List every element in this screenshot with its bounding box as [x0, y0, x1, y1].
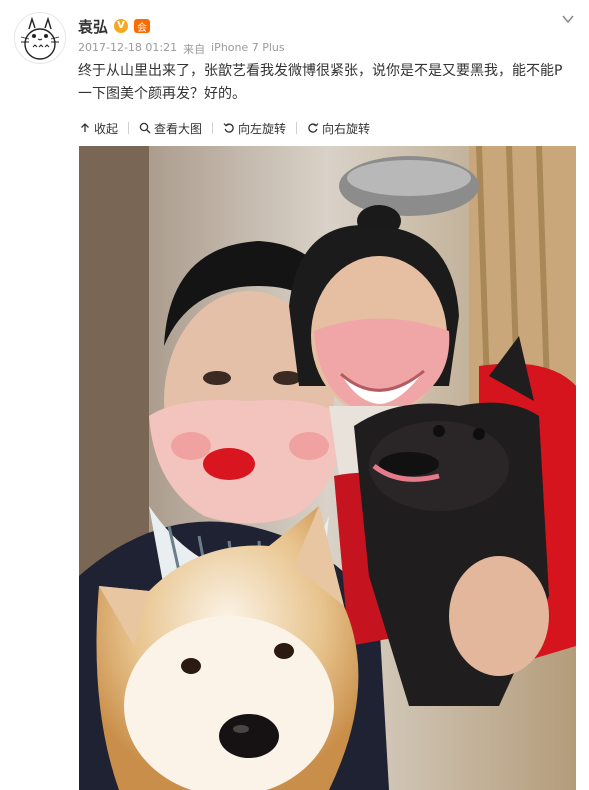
post-text: 终于从山里出来了，张歆艺看我发微博很紧张，说你是不是又要黑我，能不能P一下图美个…	[78, 63, 563, 102]
weibo-post: 袁弘 V 会 2017-12-18 01:21 来自 iPhone 7 Plus…	[0, 0, 589, 790]
rotate-right-icon	[308, 123, 319, 133]
totoro-avatar-icon	[15, 13, 65, 63]
view-large-button[interactable]: 查看大图	[135, 120, 206, 137]
rotate-right-button[interactable]: 向右旋转	[303, 120, 374, 137]
post-photo[interactable]	[79, 146, 576, 790]
username[interactable]: 袁弘	[78, 16, 108, 37]
verified-badge-icon: V	[114, 19, 129, 33]
collapse-button[interactable]: 收起	[75, 120, 122, 137]
member-badge-icon[interactable]: 会	[134, 19, 151, 34]
arrow-up-icon	[81, 123, 89, 132]
rotate-left-button[interactable]: 向左旋转	[219, 120, 290, 137]
magnifier-icon	[139, 122, 151, 134]
selfie-photo	[79, 146, 576, 790]
view-large-label: 查看大图	[154, 121, 203, 136]
rotate-right-label: 向右旋转	[322, 121, 371, 136]
device-prefix: 来自	[183, 43, 206, 56]
collapse-label: 收起	[94, 121, 119, 136]
rotate-left-icon	[223, 123, 234, 133]
rotate-left-label: 向左旋转	[238, 121, 287, 136]
image-toolbar: 收起 查看大图 向左旋转 向右旋转	[0, 110, 589, 146]
device-name[interactable]: iPhone 7 Plus	[211, 41, 285, 57]
name-row: 袁弘 V 会	[78, 16, 151, 37]
timestamp[interactable]: 2017-12-18 01:21	[78, 41, 177, 57]
post-meta: 2017-12-18 01:21 来自 iPhone 7 Plus	[78, 41, 285, 57]
chevron-down-icon[interactable]	[561, 12, 575, 26]
avatar[interactable]	[14, 12, 66, 64]
